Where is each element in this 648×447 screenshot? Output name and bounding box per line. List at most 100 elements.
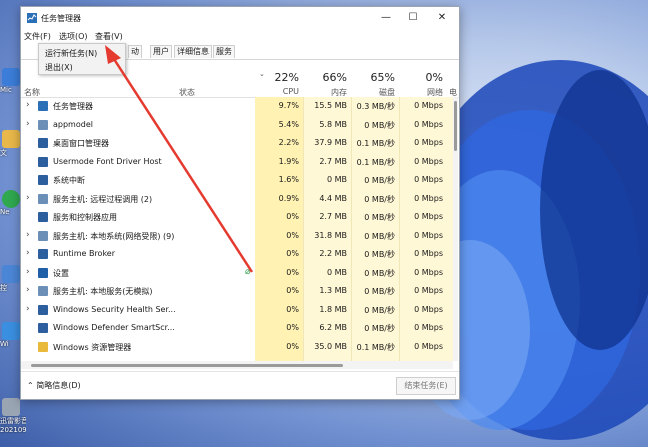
tab-services[interactable]: 服务 xyxy=(213,45,235,58)
process-network: 0 Mbps xyxy=(414,341,443,351)
tab-details[interactable]: 详细信息 xyxy=(174,45,212,58)
close-button[interactable]: ✕ xyxy=(427,10,457,26)
process-cpu: 2.2% xyxy=(278,138,299,147)
process-name: 设置 xyxy=(53,268,69,278)
process-network: 0 Mbps xyxy=(414,230,443,240)
process-disk: 0 MB/秒 xyxy=(364,268,395,278)
process-disk: 0.1 MB/秒 xyxy=(356,342,395,352)
process-icon xyxy=(38,119,48,130)
process-network: 0 Mbps xyxy=(414,119,443,129)
menu-item-run-new-task[interactable]: 运行新任务(N) xyxy=(45,48,97,59)
chevron-right-icon[interactable]: › xyxy=(26,193,30,203)
process-row[interactable]: Windows 资源管理器 0% 35.0 MB 0.1 MB/秒 0 Mbps xyxy=(21,338,459,357)
process-network: 0 Mbps xyxy=(414,175,443,184)
process-row[interactable]: › 任务管理器 9.7% 15.5 MB 0.3 MB/秒 0 Mbps xyxy=(21,97,459,116)
process-disk: 0 MB/秒 xyxy=(364,231,395,241)
process-disk: 0.1 MB/秒 xyxy=(356,139,395,148)
process-icon xyxy=(38,175,48,185)
process-network: 0 Mbps xyxy=(414,212,443,221)
desktop-icon[interactable]: 迅雷影音2021091... xyxy=(0,398,26,434)
process-row[interactable]: 系统中断 1.6% 0 MB 0 MB/秒 0 Mbps xyxy=(21,171,459,190)
process-disk: 0 MB/秒 xyxy=(364,213,395,222)
process-memory: 37.9 MB xyxy=(314,138,347,147)
process-network: 0 Mbps xyxy=(414,138,443,147)
chevron-right-icon[interactable]: › xyxy=(26,100,30,110)
vertical-scrollbar[interactable] xyxy=(453,97,458,361)
process-icon xyxy=(38,286,48,296)
process-icon xyxy=(38,304,48,315)
process-disk: 0 MB/秒 xyxy=(364,194,395,204)
process-row[interactable]: › appmodel 5.4% 5.8 MB 0 MB/秒 0 Mbps xyxy=(21,116,459,135)
column-cpu[interactable]: CPU xyxy=(265,87,299,96)
process-row[interactable]: Usermode Font Driver Host 1.9% 2.7 MB 0.1 M… xyxy=(21,153,459,172)
cpu-percent: 22% xyxy=(274,71,299,84)
process-row[interactable]: › Runtime Broker 0% 2.2 MB 0 MB/秒 0 Mbps xyxy=(21,245,459,264)
process-name: Windows Defender SmartScr... xyxy=(53,323,175,332)
process-row[interactable]: › 服务主机: 远程过程调用 (2) 0.9% 4.4 MB 0 MB/秒 0 Mbps xyxy=(21,190,459,209)
process-row[interactable]: › 服务主机: 本地服务(无模拟) 0% 1.3 MB 0 MB/秒 0 Mbps xyxy=(21,282,459,301)
menu-options[interactable]: 选项(O) xyxy=(59,31,88,42)
menu-file[interactable]: 文件(F) xyxy=(24,31,51,42)
scroll-thumb[interactable] xyxy=(454,101,457,151)
process-row[interactable]: 桌面窗口管理器 2.2% 37.9 MB 0.1 MB/秒 0 Mbps xyxy=(21,134,459,153)
windows-icon xyxy=(2,322,20,340)
chevron-right-icon[interactable]: › xyxy=(26,119,30,129)
process-row[interactable]: › Windows Security Health Ser... 0% 1.8 MB 0… xyxy=(21,301,459,320)
process-cpu: 1.9% xyxy=(278,156,299,166)
chevron-right-icon[interactable]: › xyxy=(26,267,30,277)
tab-users[interactable]: 用户 xyxy=(150,45,172,58)
process-memory: 1.8 MB xyxy=(319,304,347,314)
process-memory: 6.2 MB xyxy=(319,323,347,332)
maximize-button[interactable]: ☐ xyxy=(398,10,428,26)
process-row[interactable]: › 设置 ⌀ 0% 0 MB 0 MB/秒 0 Mbps xyxy=(21,264,459,283)
sort-chevron-icon: ⌄ xyxy=(259,70,265,78)
menu-item-exit[interactable]: 退出(X) xyxy=(45,62,73,73)
process-cpu: 0% xyxy=(286,304,299,314)
process-row[interactable]: Windows Defender SmartScr... 0% 6.2 MB 0 MB… xyxy=(21,319,459,338)
process-icon xyxy=(38,212,48,222)
process-name: 服务主机: 本地系统(网络受限) (9) xyxy=(53,231,175,241)
end-task-button[interactable]: 结束任务(E) xyxy=(396,377,456,395)
disk-percent: 65% xyxy=(370,71,395,84)
process-name: Runtime Broker xyxy=(53,249,116,258)
process-cpu: 1.6% xyxy=(278,175,299,184)
process-network: 0 Mbps xyxy=(414,193,443,203)
process-icon xyxy=(38,323,48,333)
task-manager-icon xyxy=(27,13,37,23)
process-cpu: 0% xyxy=(286,341,299,351)
process-network: 0 Mbps xyxy=(414,323,443,332)
process-cpu: 5.4% xyxy=(278,119,299,129)
process-name: appmodel xyxy=(53,119,93,129)
footer-bar: ⌃ 简略信息(D) 结束任务(E) xyxy=(21,371,459,400)
scroll-thumb[interactable] xyxy=(31,364,343,367)
process-icon xyxy=(38,249,48,259)
process-network: 0 Mbps xyxy=(414,156,443,166)
minimize-button[interactable]: — xyxy=(371,10,401,26)
process-memory: 5.8 MB xyxy=(319,119,347,129)
process-row[interactable]: › 服务主机: 本地系统(网络受限) (9) 0% 31.8 MB 0 MB/秒 0 Mb… xyxy=(21,227,459,246)
process-cpu: 9.7% xyxy=(278,101,299,110)
menu-view[interactable]: 查看(V) xyxy=(95,31,123,42)
process-name: 桌面窗口管理器 xyxy=(53,139,109,148)
chevron-right-icon[interactable]: › xyxy=(26,230,30,240)
chevron-right-icon[interactable]: › xyxy=(26,248,30,258)
chevron-right-icon[interactable]: › xyxy=(26,285,30,295)
process-icon xyxy=(38,341,48,352)
process-memory: 2.7 MB xyxy=(319,156,347,166)
network-percent: 0% xyxy=(425,71,443,84)
process-memory: 0 MB xyxy=(326,267,347,277)
tab-startup[interactable]: 动 xyxy=(128,45,142,58)
horizontal-scrollbar[interactable] xyxy=(21,361,453,369)
title-bar[interactable]: 任务管理器 — ☐ ✕ xyxy=(21,7,459,29)
process-disk: 0 MB/秒 xyxy=(364,120,395,130)
process-memory: 2.7 MB xyxy=(319,212,347,221)
process-name: 服务和控制器应用 xyxy=(53,213,117,222)
fewer-details-button[interactable]: ⌃ 简略信息(D) xyxy=(27,380,81,391)
process-row[interactable]: 服务和控制器应用 0% 2.7 MB 0 MB/秒 0 Mbps xyxy=(21,208,459,227)
process-name: 任务管理器 xyxy=(53,102,93,111)
process-network: 0 Mbps xyxy=(414,101,443,110)
process-cpu: 0.9% xyxy=(278,193,299,203)
process-disk: 0 MB/秒 xyxy=(364,176,395,185)
chevron-right-icon[interactable]: › xyxy=(26,304,30,314)
process-cpu: 0% xyxy=(286,323,299,332)
